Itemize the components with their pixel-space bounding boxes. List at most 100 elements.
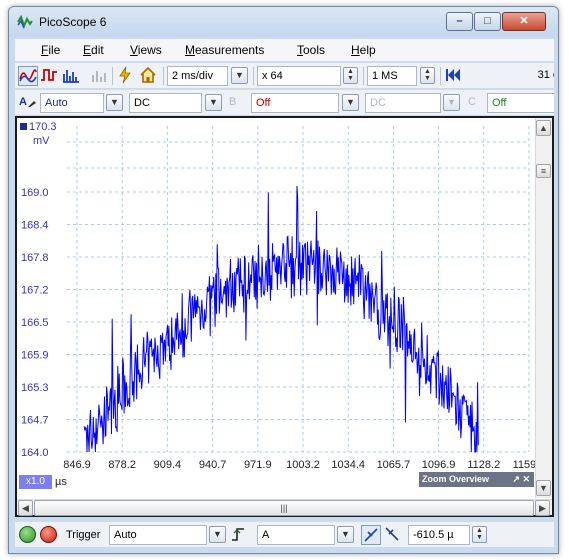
scroll-down-icon[interactable]: ▼ [536, 480, 551, 496]
zoom-overview-title: Zoom Overview [422, 474, 490, 484]
samples-stepper-icon[interactable]: ▲ ▼ [420, 67, 435, 84]
minimize-icon: – [456, 15, 463, 27]
channel-b-range-select[interactable]: Off [251, 93, 339, 113]
x-axis-unit: µs [55, 476, 67, 488]
scroll-thumb[interactable]: ||| [34, 500, 534, 516]
scope-view[interactable]: 169.0 168.4 167.8 167.2 166.5 165.9 165.3 164.7… [15, 116, 554, 517]
capture-toolbar: 2 ms/div ▼ x 64 ▲▼ 1 MS ▲▼ 31 o [15, 62, 554, 88]
disabled-mode-icon [90, 66, 110, 86]
home-icon[interactable] [139, 66, 159, 86]
chevron-down-icon[interactable]: ▼ [337, 526, 354, 543]
scroll-left-icon[interactable]: ◀ [18, 500, 33, 516]
close-button[interactable]: ✕ [502, 12, 546, 31]
x-tick-label: 846.9 [63, 459, 91, 471]
rising-edge-icon[interactable] [361, 525, 381, 545]
chevron-down-icon[interactable]: ▼ [209, 526, 226, 543]
stop-icon[interactable] [40, 526, 57, 543]
channel-c-label: C [468, 96, 476, 108]
trigger-delay-stepper-icon[interactable]: ▲ ▼ [472, 526, 487, 543]
scroll-right-icon[interactable]: ▶ [535, 500, 550, 516]
close-icon: ✕ [519, 15, 529, 27]
toolbar-separator [163, 67, 164, 85]
y-tick-label: 165.3 [21, 382, 49, 394]
x-tick-label: 1128.2 [467, 459, 500, 471]
timebase-select[interactable]: 2 ms/div [167, 66, 228, 86]
menu-help[interactable]: Help [351, 43, 376, 57]
menu-file[interactable]: File [41, 43, 60, 57]
maximize-button[interactable]: □ [474, 12, 501, 31]
x-tick-label: 1096.9 [422, 459, 456, 471]
chevron-down-icon: ▼ [443, 94, 460, 111]
title-bar: PicoScope 6 – □ ✕ [9, 7, 558, 37]
capture-count: 31 o [537, 69, 554, 81]
horizontal-scrollbar[interactable]: ◀ ||| ▶ [17, 499, 552, 516]
auto-setup-icon[interactable] [116, 66, 136, 86]
x-tick-label: 940.7 [199, 459, 227, 471]
chevron-down-icon[interactable]: ▼ [106, 94, 123, 111]
vertical-scrollbar[interactable]: ▲ ≡ ▼ [535, 118, 552, 498]
y-tick-label: 164.0 [21, 447, 49, 459]
zoom-overview-panel[interactable]: Zoom Overview ↗ ✕ [419, 472, 534, 487]
x-tick-label: 1034.4 [331, 459, 365, 471]
minimize-button[interactable]: – [446, 12, 473, 31]
persistence-mode-icon[interactable] [40, 66, 60, 86]
falling-edge-icon[interactable] [383, 525, 403, 545]
channel-a-range-select[interactable]: Auto [40, 93, 104, 113]
channel-a-trace [83, 185, 479, 453]
chevron-down-icon[interactable]: ▼ [231, 67, 248, 84]
toolbar-separator [253, 67, 254, 85]
y-tick-label: 169.0 [21, 187, 49, 199]
menu-measurements[interactable]: Measurements [185, 43, 264, 57]
y-tick-label: 165.9 [21, 350, 49, 362]
y-tick-label: 167.8 [21, 252, 49, 264]
trigger-toolbar: Trigger Auto ▼ A ▼ -610.5 µ ▲ ▼ [15, 521, 554, 547]
channel-a-marker [20, 123, 27, 130]
x-tick-label: 1003.2 [286, 459, 320, 471]
channel-b-coupling-select: DC [365, 93, 441, 113]
zoom-overview-controls[interactable]: ↗ ✕ [512, 472, 530, 487]
chevron-down-icon[interactable]: ▼ [342, 94, 359, 111]
picoscope-window: PicoScope 6 – □ ✕ File Edit Views Measur… [8, 6, 559, 554]
app-logo-icon [17, 15, 33, 29]
scroll-thumb-icon[interactable]: ≡ [536, 164, 551, 178]
menu-bar: File Edit Views Measurements Tools Help [15, 39, 554, 61]
y-tick-label: 168.4 [21, 220, 49, 232]
channel-c-range-select[interactable]: Off [487, 93, 554, 113]
trigger-delay-field[interactable]: -610.5 µ [408, 525, 470, 545]
toolbar-separator [363, 67, 364, 85]
waveform-plot[interactable]: 169.0 168.4 167.8 167.2 166.5 165.9 165.3 164.7… [17, 118, 535, 499]
maximize-icon: □ [484, 15, 491, 27]
probe-icon[interactable] [27, 98, 37, 108]
trigger-edge-icon[interactable] [231, 525, 251, 545]
trigger-source-select[interactable]: A [257, 525, 335, 545]
samples-field[interactable]: 1 MS [367, 66, 417, 86]
y-axis-top-label: 170.3 [29, 121, 57, 133]
y-tick-label: 167.2 [21, 285, 49, 297]
window-title: PicoScope 6 [39, 15, 107, 29]
zoom-stepper-icon[interactable]: ▲ ▼ [343, 67, 358, 84]
rewind-icon[interactable] [445, 66, 465, 86]
menu-views[interactable]: Views [130, 43, 162, 57]
y-tick-label: 164.7 [21, 415, 49, 427]
scroll-up-icon[interactable]: ▲ [536, 120, 551, 136]
channel-b-label: B [229, 96, 237, 108]
toolbar-separator [112, 67, 113, 85]
trigger-mode-select[interactable]: Auto [109, 525, 207, 545]
menu-edit[interactable]: Edit [83, 43, 104, 57]
x-tick-label: 1159.4 [513, 459, 535, 471]
x-tick-label: 909.4 [154, 459, 182, 471]
channel-a-label: A [19, 96, 27, 108]
x-tick-label: 971.9 [244, 459, 272, 471]
toolbar-separator [440, 67, 441, 85]
scope-mode-icon[interactable] [18, 66, 38, 86]
x-scale-badge[interactable]: x1.0 [19, 475, 52, 489]
menu-tools[interactable]: Tools [297, 43, 325, 57]
start-icon[interactable] [19, 526, 36, 543]
trigger-label: Trigger [66, 529, 101, 541]
x-tick-label: 878.2 [108, 459, 136, 471]
channel-a-coupling-select[interactable]: DC [129, 93, 202, 113]
y-tick-label: 166.5 [21, 317, 49, 329]
zoom-factor-field[interactable]: x 64 [257, 66, 341, 86]
chevron-down-icon[interactable]: ▼ [205, 94, 222, 111]
spectrum-mode-icon[interactable] [62, 66, 82, 86]
